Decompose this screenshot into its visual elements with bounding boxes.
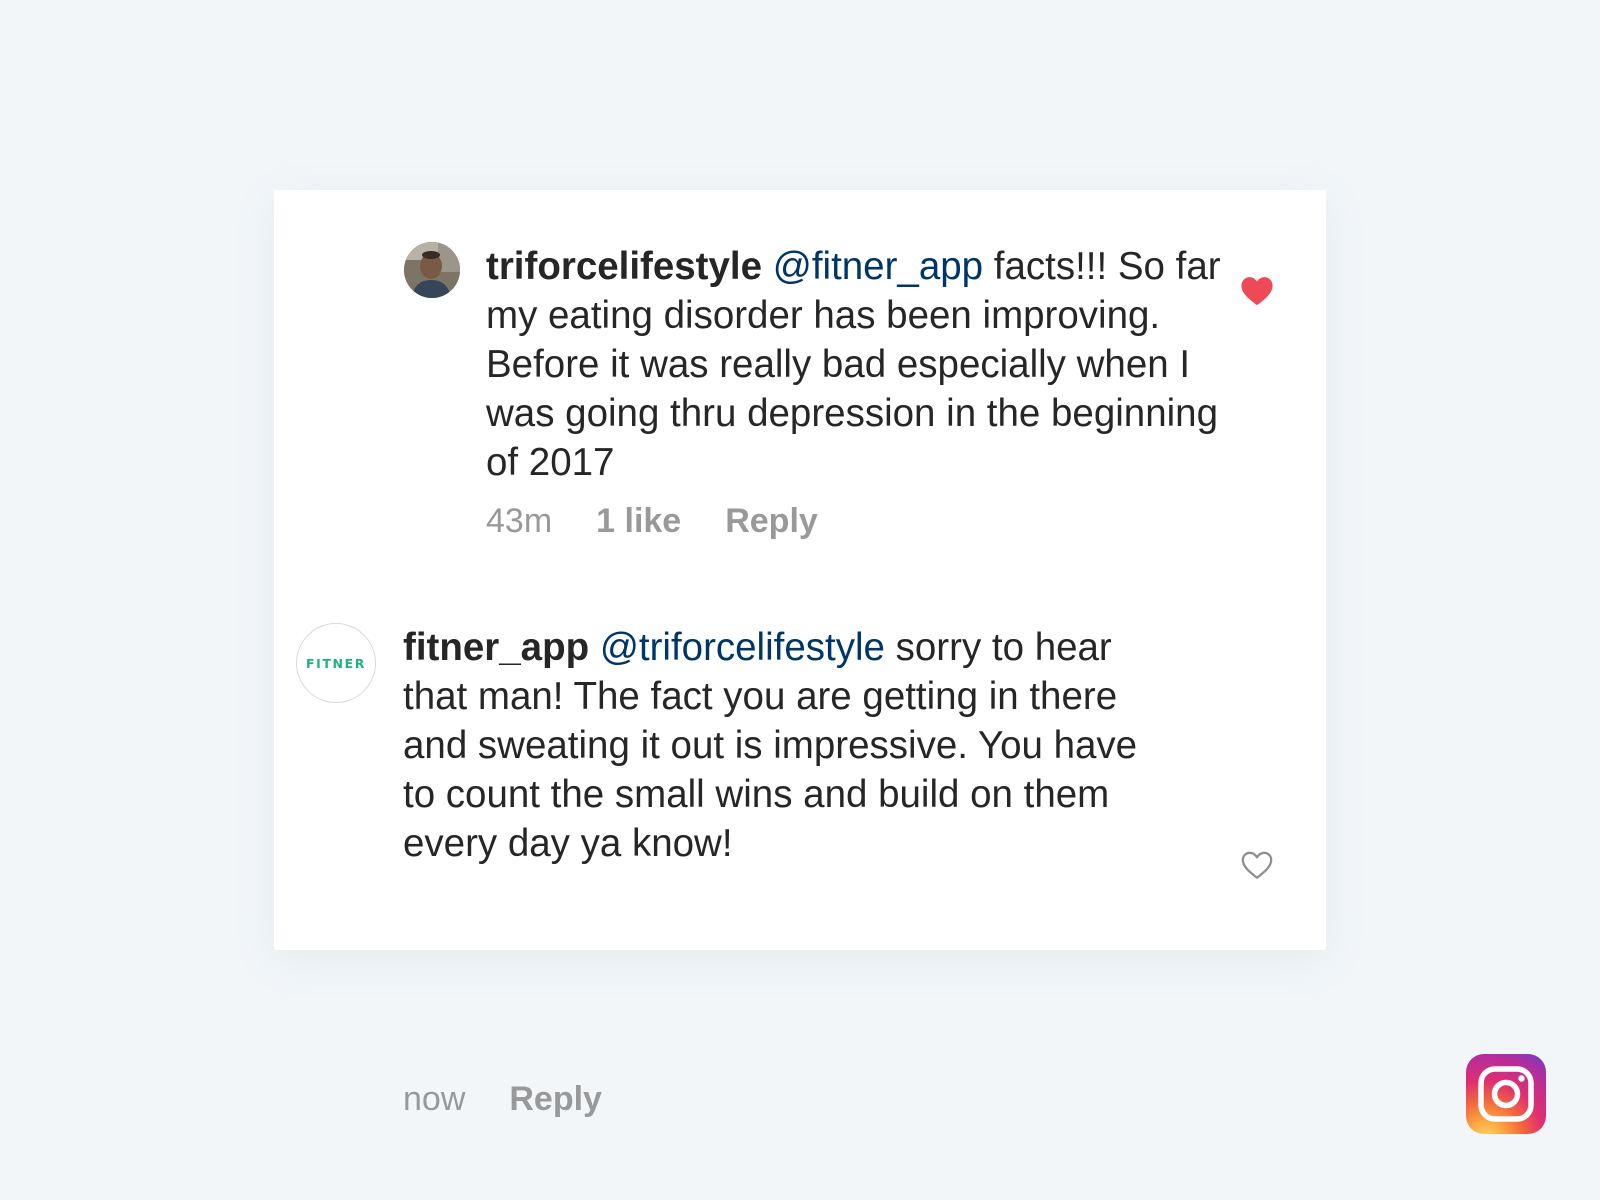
- comment-body: triforcelifestyle @fitner_app facts!!! S…: [486, 242, 1226, 487]
- user-avatar[interactable]: [404, 242, 460, 298]
- comment-body: fitner_app @triforcelifestyle sorry to h…: [403, 623, 1143, 868]
- instagram-logo-icon: [1466, 1054, 1546, 1134]
- like-heart-outline-icon[interactable]: [1240, 849, 1274, 881]
- liked-heart-icon[interactable]: [1240, 275, 1274, 307]
- comment-likes-link[interactable]: 1 like: [596, 502, 681, 541]
- reply-button[interactable]: Reply: [725, 502, 818, 541]
- comments-card: triforcelifestyle @fitner_app facts!!! S…: [274, 190, 1326, 1118]
- comment-timestamp: now: [403, 1080, 466, 1118]
- reply-button[interactable]: Reply: [509, 1080, 602, 1119]
- comment-meta: now Reply: [403, 1080, 602, 1119]
- comment-username[interactable]: fitner_app: [403, 626, 589, 669]
- comment-mention[interactable]: @fitner_app: [773, 245, 983, 288]
- comment-mention[interactable]: @triforcelifestyle: [600, 626, 885, 669]
- fitner-avatar[interactable]: FITNER: [296, 623, 376, 703]
- comment-username[interactable]: triforcelifestyle: [486, 245, 762, 288]
- comment-meta: 43m 1 like Reply: [486, 502, 818, 541]
- comment-timestamp: 43m: [486, 502, 553, 540]
- profile-photo-icon: [404, 242, 460, 298]
- fitner-logo: FITNER: [306, 655, 366, 671]
